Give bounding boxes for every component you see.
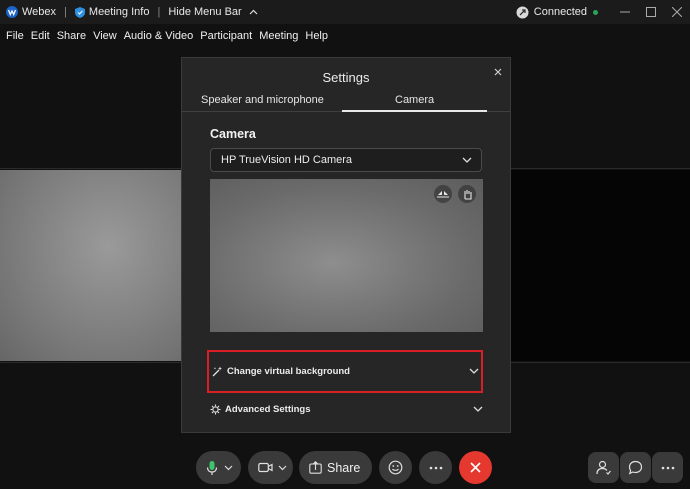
mirror-icon [437,191,449,198]
camera-select-value: HP TrueVision HD Camera [221,154,353,166]
menu-participant[interactable]: Participant [200,30,252,42]
self-video-tile [0,170,181,361]
chevron-down-icon [462,157,472,163]
chevron-down-icon [278,465,287,471]
status-dot [593,9,598,15]
meeting-controls: Share [0,446,690,489]
menu-audio-video[interactable]: Audio & Video [124,30,194,42]
menu-edit[interactable]: Edit [31,30,50,42]
virtual-background-label: Change virtual background [227,366,350,377]
settings-dialog: Settings Speaker and microphone Camera C… [181,57,511,433]
app-title: Webex [0,6,56,18]
change-virtual-background-row[interactable]: Change virtual background [207,350,483,393]
connection-icon [516,6,529,18]
hand-icon [463,189,472,200]
participant-video-tile [511,170,690,361]
meeting-info-label: Meeting Info [88,6,150,18]
maximize-button[interactable] [638,0,664,24]
chat-icon [628,460,643,475]
camera-section-title: Camera [210,127,256,141]
connection-status: Connected [533,6,587,18]
close-window-button[interactable] [664,0,690,24]
camera-icon [258,462,273,473]
window-controls: Connected [516,0,690,24]
maximize-icon [646,7,656,17]
magic-wand-icon [212,366,222,377]
dialog-title: Settings [322,70,370,85]
more-button[interactable] [419,451,452,484]
minimize-button[interactable] [612,0,638,24]
video-button[interactable] [248,451,293,484]
menu-view[interactable]: View [93,30,117,42]
participants-button[interactable] [588,452,619,483]
title-separator: | [157,6,161,18]
raise-hand-button[interactable] [458,185,476,203]
camera-preview [210,179,483,332]
chevron-down-icon [469,368,479,374]
menu-bar: File Edit Share View Audio & Video Parti… [0,26,329,46]
advanced-settings-label: Advanced Settings [225,403,311,415]
tab-camera[interactable]: Camera [395,94,434,106]
meeting-info-button[interactable]: Meeting Info [74,6,150,18]
title-bar: Webex | Meeting Info | Hide Menu Bar Con… [0,0,690,24]
webex-logo-icon [6,6,18,18]
tab-speaker-microphone[interactable]: Speaker and microphone [201,94,324,106]
more-options-button[interactable] [652,452,683,483]
share-button[interactable]: Share [299,451,372,484]
microphone-icon [206,460,218,475]
mirror-video-button[interactable] [434,185,452,203]
chevron-down-icon [473,406,483,412]
mute-button[interactable] [196,451,241,484]
settings-tabs: Speaker and microphone Camera [182,91,510,112]
hide-menu-bar-label: Hide Menu Bar [168,6,242,18]
menu-file[interactable]: File [6,30,24,42]
hide-menu-bar-button[interactable]: Hide Menu Bar [168,6,258,18]
menu-share[interactable]: Share [57,30,86,42]
minimize-icon [620,11,630,13]
share-icon [309,461,322,474]
share-label: Share [327,460,361,475]
active-tab-indicator [342,110,487,112]
menu-help[interactable]: Help [305,30,328,42]
end-call-icon [470,462,481,473]
chevron-up-icon [249,9,258,14]
advanced-settings-row[interactable]: Advanced Settings [210,399,483,419]
reactions-button[interactable] [379,451,412,484]
close-icon[interactable] [492,66,504,78]
reactions-icon [388,460,403,475]
app-name: Webex [22,6,57,18]
shield-icon [74,6,85,18]
gear-icon [210,404,221,414]
menu-meeting[interactable]: Meeting [259,30,298,42]
title-separator: | [64,6,67,18]
chevron-down-icon [224,465,233,471]
camera-select[interactable]: HP TrueVision HD Camera [210,148,482,172]
more-options-icon [661,466,674,469]
chat-button[interactable] [620,452,651,483]
participants-icon [596,460,611,475]
close-icon [672,7,682,17]
more-icon [429,466,442,469]
end-meeting-button[interactable] [459,451,492,484]
